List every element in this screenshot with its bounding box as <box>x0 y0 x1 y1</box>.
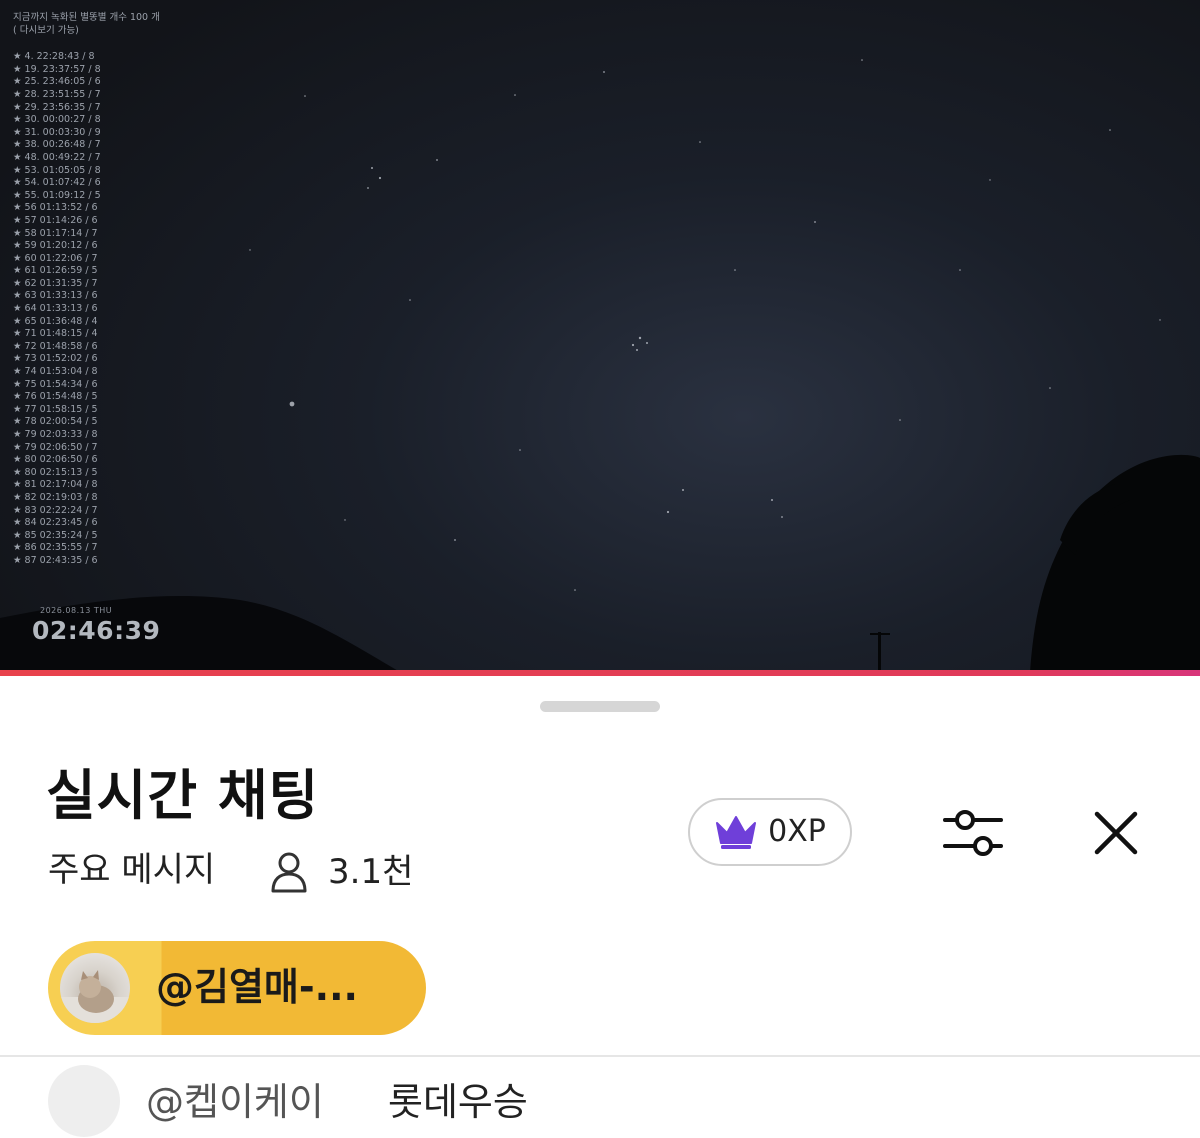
meteor-log-entry: ★ 81 02:17:04 / 8 <box>13 479 98 491</box>
avatar <box>60 953 130 1023</box>
meteor-log-entry: ★ 64 01:33:13 / 6 <box>13 303 98 315</box>
meteor-log-entry: ★ 80 02:15:13 / 5 <box>13 466 98 478</box>
meteor-log-entry: ★ 4. 22:28:43 / 8 <box>13 51 95 63</box>
overlay-title: 지금까지 녹화된 별똥별 개수 100 개 ( 다시보기 가능) <box>13 12 160 36</box>
meteor-count-overlay: 지금까지 녹화된 별똥별 개수 100 개 ( 다시보기 가능) ★ 4. 22… <box>13 12 163 568</box>
meteor-log-entry: ★ 72 01:48:58 / 6 <box>13 340 98 352</box>
meteor-log-entry: ★ 61 01:26:59 / 5 <box>13 265 98 277</box>
meteor-log-entry: ★ 77 01:58:15 / 5 <box>13 403 98 415</box>
meteor-log-entry: ★ 25. 23:46:05 / 6 <box>13 76 101 88</box>
video-progress-bar[interactable] <box>0 670 1200 676</box>
meteor-log-entry: ★ 29. 23:56:35 / 7 <box>13 101 101 113</box>
meteor-log-entry: ★ 55. 01:09:12 / 5 <box>13 189 101 201</box>
message-author[interactable]: @켑이케이 <box>146 1083 324 1121</box>
meteor-log-entry: ★ 53. 01:05:05 / 8 <box>13 164 101 176</box>
sliders-icon <box>943 810 1003 856</box>
meteor-log-entry: ★ 38. 00:26:48 / 7 <box>13 139 101 151</box>
meteor-log-entry: ★ 85 02:35:24 / 5 <box>13 529 98 541</box>
meteor-log-entry: ★ 57 01:14:26 / 6 <box>13 214 98 226</box>
meteor-log-entry: ★ 80 02:06:50 / 6 <box>13 454 98 466</box>
meteor-log-entry: ★ 79 02:03:33 / 8 <box>13 429 98 440</box>
meteor-log-entry: ★ 48. 00:49:22 / 7 <box>13 151 101 163</box>
meteor-log-entry: ★ 63 01:33:13 / 6 <box>13 290 98 302</box>
meteor-log-entry: ★ 30. 00:00:27 / 8 <box>13 114 101 126</box>
meteor-log-entry: ★ 71 01:48:15 / 4 <box>13 328 98 340</box>
meteor-log-entry: ★ 58 01:17:14 / 7 <box>13 227 98 239</box>
meteor-log-list: ★ 4. 22:28:43 / 8 ★ 19. 23:37:57 / 8 ★ 25.… <box>13 51 163 567</box>
viewer-count-label: 3.1천 <box>328 852 414 892</box>
live-chat-panel: 실시간 채팅 주요 메시지 3.1천 0XP @김열매-... @켑이케이 롯데… <box>0 677 1200 1138</box>
meteor-log-entry: ★ 31. 00:03:30 / 9 <box>13 126 101 138</box>
video-progress-fill <box>0 670 1200 676</box>
meteor-log-entry: ★ 19. 23:37:57 / 8 <box>13 63 101 75</box>
meteor-log-entry: ★ 86 02:35:55 / 7 <box>13 542 98 554</box>
meteor-log-entry: ★ 87 02:43:35 / 6 <box>13 554 98 566</box>
meteor-log-entry: ★ 59 01:20:12 / 6 <box>13 240 98 252</box>
message-text: 롯데우승 <box>388 1080 528 1124</box>
panel-title: 실시간 채팅 <box>46 764 320 827</box>
meteor-log-entry: ★ 83 02:22:24 / 7 <box>13 504 98 516</box>
xp-label: 0XP <box>768 814 826 849</box>
pinned-username: @김열매-... <box>156 965 358 1009</box>
meteor-log-entry: ★ 74 01:53:04 / 8 <box>13 366 98 378</box>
chat-filter-dropdown[interactable]: 주요 메시지 <box>48 853 215 887</box>
close-button[interactable] <box>1088 805 1144 861</box>
meteor-log-entry: ★ 76 01:54:48 / 5 <box>13 391 98 403</box>
meteor-log-entry: ★ 28. 23:51:55 / 7 <box>13 88 101 100</box>
viewer-count: 3.1천 <box>270 851 413 893</box>
xp-button[interactable]: 0XP <box>688 798 852 866</box>
close-icon <box>1094 811 1138 855</box>
meteor-log-entry: ★ 60 01:22:06 / 7 <box>13 252 98 264</box>
night-sky-scene <box>0 59 1200 672</box>
person-icon <box>271 852 307 893</box>
meteor-log-entry: ★ 54. 01:07:42 / 6 <box>13 177 101 189</box>
meteor-log-entry: ★ 62 01:31:35 / 7 <box>13 277 98 289</box>
meteor-log-entry: ★ 78 02:00:54 / 5 <box>13 416 98 428</box>
drag-handle[interactable] <box>540 701 660 712</box>
pinned-chip[interactable]: @김열매-... <box>48 941 426 1035</box>
meteor-log-entry: ★ 84 02:23:45 / 6 <box>13 517 98 529</box>
meteor-log-entry: ★ 56 01:13:52 / 6 <box>13 202 98 214</box>
meteor-log-entry: ★ 73 01:52:02 / 6 <box>13 353 98 365</box>
live-video-player[interactable]: 지금까지 녹화된 별똥별 개수 100 개 ( 다시보기 가능) ★ 4. 22… <box>0 0 1200 672</box>
clock-time: 02:46:39 <box>32 616 161 645</box>
meteor-log-entry: ★ 82 02:19:03 / 8 <box>13 491 98 503</box>
chat-settings-button[interactable] <box>938 805 1008 861</box>
meteor-log-entry: ★ 79 02:06:50 / 7 <box>13 441 98 453</box>
meteor-log-entry: ★ 65 01:36:48 / 4 <box>13 315 98 327</box>
clock-date: 2026.08.13 THU <box>40 606 113 615</box>
avatar[interactable] <box>48 1065 120 1137</box>
crown-icon <box>716 816 757 849</box>
meteor-log-entry: ★ 75 01:54:34 / 6 <box>13 378 98 390</box>
divider <box>0 1055 1200 1057</box>
